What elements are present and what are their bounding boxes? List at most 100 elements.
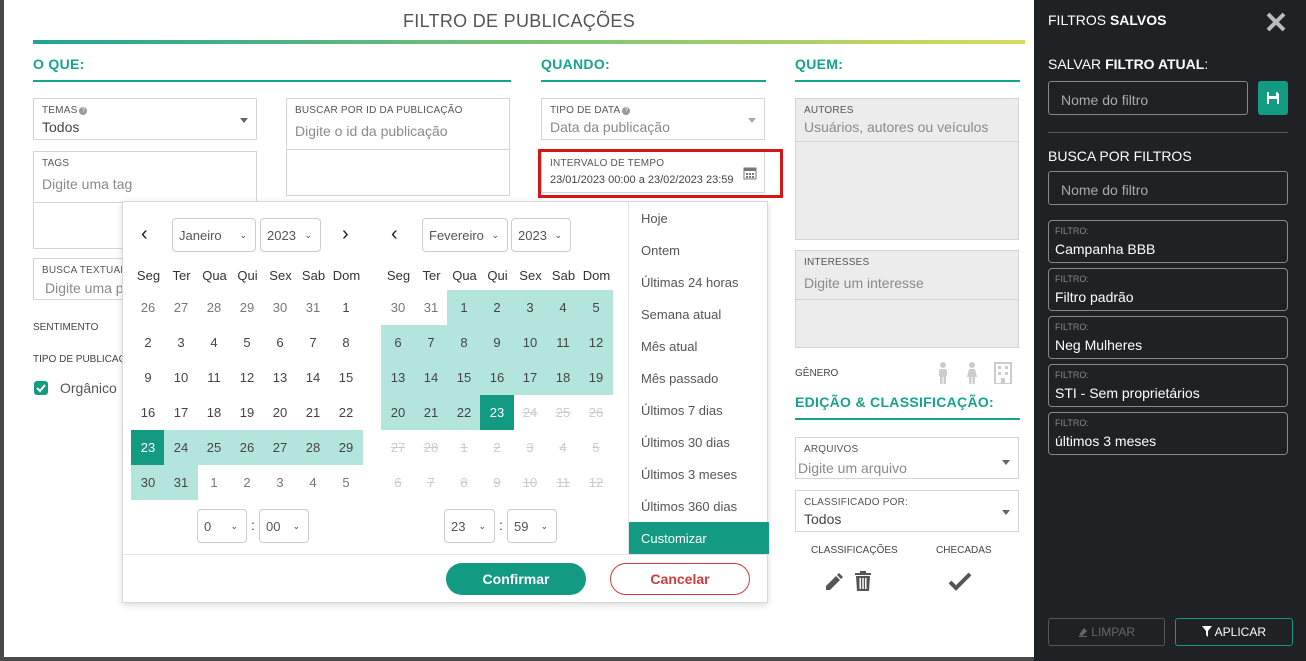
temas-select[interactable]: TEMAS? Todos (33, 98, 257, 140)
organico-checkbox[interactable] (34, 381, 48, 395)
day-cell[interactable]: 11 (546, 325, 580, 360)
day-cell[interactable]: 12 (230, 360, 264, 395)
day-cell[interactable]: 15 (447, 360, 481, 395)
tags-input[interactable]: Digite uma tag (42, 176, 132, 192)
range-option[interactable]: Últimos 3 meses (641, 467, 737, 482)
day-cell[interactable]: 14 (414, 360, 448, 395)
trash-icon[interactable] (852, 570, 874, 592)
day-cell[interactable]: 9 (480, 325, 514, 360)
day-cell[interactable]: 20 (381, 395, 415, 430)
day-cell[interactable]: 4 (546, 290, 580, 325)
right-year-select[interactable]: 2023 ⌄ (511, 218, 571, 252)
day-cell[interactable]: 13 (381, 360, 415, 395)
day-cell[interactable]: 18 (546, 360, 580, 395)
day-cell[interactable]: 23 (131, 430, 165, 465)
day-cell[interactable]: 23 (480, 395, 514, 430)
right-minute-select[interactable]: 59 ⌄ (507, 509, 557, 543)
day-cell[interactable]: 17 (164, 395, 198, 430)
day-cell[interactable]: 5 (579, 290, 613, 325)
day-cell[interactable]: 12 (579, 325, 613, 360)
day-cell[interactable]: 5 (230, 325, 264, 360)
day-cell[interactable]: 2 (230, 465, 264, 500)
day-cell[interactable]: 2 (480, 290, 514, 325)
day-cell[interactable]: 29 (329, 430, 363, 465)
save-button[interactable] (1258, 81, 1288, 115)
day-cell[interactable]: 21 (414, 395, 448, 430)
day-cell[interactable]: 6 (263, 325, 297, 360)
day-cell[interactable]: 8 (447, 325, 481, 360)
pencil-icon[interactable] (822, 570, 844, 592)
arquivos-input[interactable]: Digite um arquivo (798, 460, 907, 476)
left-year-select[interactable]: 2023 ⌄ (260, 218, 321, 252)
day-cell[interactable]: 16 (480, 360, 514, 395)
day-cell[interactable]: 26 (230, 430, 264, 465)
saved-filter-item[interactable]: FILTRO: Campanha BBB (1048, 220, 1288, 263)
range-option[interactable]: Mês atual (641, 339, 697, 354)
day-cell[interactable]: 22 (329, 395, 363, 430)
day-cell[interactable]: 13 (263, 360, 297, 395)
day-cell[interactable]: 22 (447, 395, 481, 430)
building-icon[interactable] (993, 362, 1013, 384)
saved-filter-item[interactable]: FILTRO: Neg Mulheres (1048, 316, 1288, 359)
prev-month-button[interactable]: ‹ (391, 223, 398, 245)
day-cell[interactable]: 19 (230, 395, 264, 430)
day-cell[interactable]: 4 (296, 465, 330, 500)
range-option[interactable]: Mês passado (641, 371, 718, 386)
range-option[interactable]: Semana atual (641, 307, 721, 322)
day-cell[interactable]: 7 (414, 325, 448, 360)
day-cell[interactable]: 28 (296, 430, 330, 465)
day-cell[interactable]: 31 (414, 290, 448, 325)
saved-filter-item[interactable]: FILTRO: STI - Sem proprietários (1048, 364, 1288, 407)
confirm-button[interactable]: Confirmar (446, 563, 586, 595)
search-filter-input[interactable]: Nome do filtro (1048, 171, 1288, 205)
day-cell[interactable]: 21 (296, 395, 330, 430)
day-cell[interactable]: 31 (164, 465, 198, 500)
day-cell[interactable]: 6 (381, 325, 415, 360)
interesses-field[interactable]: INTERESSES Digite um interesse (795, 250, 1019, 348)
range-option[interactable]: Últimos 30 dias (641, 435, 730, 450)
day-cell[interactable]: 16 (131, 395, 165, 430)
classificado-select[interactable]: CLASSIFICADO POR: Todos (795, 490, 1019, 532)
day-cell[interactable]: 3 (513, 290, 547, 325)
day-cell[interactable]: 17 (513, 360, 547, 395)
range-option[interactable]: Últimos 7 dias (641, 403, 723, 418)
busca-textual-input[interactable]: Digite uma p (45, 280, 124, 296)
day-cell[interactable]: 24 (164, 430, 198, 465)
day-cell[interactable]: 15 (329, 360, 363, 395)
day-cell[interactable]: 2 (131, 325, 165, 360)
day-cell[interactable]: 3 (164, 325, 198, 360)
day-cell[interactable]: 18 (197, 395, 231, 430)
left-minute-select[interactable]: 00 ⌄ (259, 509, 309, 543)
right-month-select[interactable]: Fevereiro ⌄ (422, 218, 508, 252)
day-cell[interactable]: 31 (296, 290, 330, 325)
range-option-customizar[interactable]: Customizar (629, 522, 769, 554)
tipo-data-select[interactable]: TIPO DE DATA? Data da publicação (541, 98, 765, 140)
buscar-id-field[interactable]: BUSCAR POR ID DA PUBLICAÇÃO Digite o id … (286, 98, 510, 196)
next-month-button[interactable]: › (342, 223, 349, 245)
autores-field[interactable]: AUTORES Usuários, autores ou veículos (795, 98, 1019, 240)
prev-month-button[interactable]: ‹ (141, 223, 148, 245)
female-icon[interactable] (967, 362, 977, 384)
day-cell[interactable]: 5 (329, 465, 363, 500)
day-cell[interactable]: 27 (263, 430, 297, 465)
clear-button[interactable]: LIMPAR (1048, 618, 1165, 646)
close-icon[interactable] (1266, 12, 1286, 32)
day-cell[interactable]: 9 (131, 360, 165, 395)
autores-input[interactable]: Usuários, autores ou veículos (804, 119, 988, 135)
day-cell[interactable]: 3 (263, 465, 297, 500)
range-option[interactable]: Hoje (641, 211, 668, 226)
day-cell[interactable]: 1 (447, 290, 481, 325)
buscar-id-input[interactable]: Digite o id da publicação (295, 123, 448, 139)
day-cell[interactable]: 4 (197, 325, 231, 360)
day-cell[interactable]: 25 (197, 430, 231, 465)
day-cell[interactable]: 30 (131, 465, 165, 500)
left-hour-select[interactable]: 0 ⌄ (197, 509, 247, 543)
day-cell[interactable]: 1 (197, 465, 231, 500)
day-cell[interactable]: 8 (329, 325, 363, 360)
apply-button[interactable]: APLICAR (1175, 618, 1293, 646)
interesses-input[interactable]: Digite um interesse (804, 275, 924, 291)
day-cell[interactable]: 27 (164, 290, 198, 325)
day-cell[interactable]: 29 (230, 290, 264, 325)
day-cell[interactable]: 14 (296, 360, 330, 395)
saved-filter-item[interactable]: FILTRO: Filtro padrão (1048, 268, 1288, 311)
